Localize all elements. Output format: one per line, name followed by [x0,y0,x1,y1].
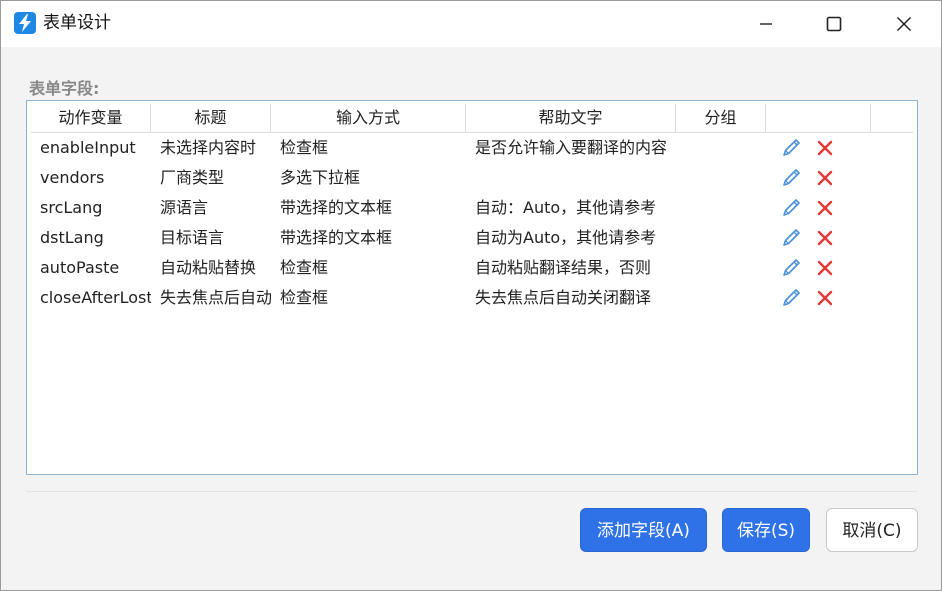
fields-table[interactable]: 动作变量 标题 输入方式 帮助文字 分组 enableInput 未选择内容时 检查… [26,100,918,475]
pencil-icon[interactable] [781,138,803,158]
cell-title[interactable]: 失去焦点后自动关闭 [151,283,271,313]
delete-x-icon[interactable] [816,139,834,157]
pencil-icon[interactable] [781,258,803,278]
cell-group[interactable] [676,193,766,223]
divider [26,491,917,492]
delete-x-icon[interactable] [816,199,834,217]
pencil-icon[interactable] [781,168,803,188]
section-label: 表单字段: [29,79,100,98]
pencil-icon[interactable] [781,288,803,308]
cell-variable[interactable]: autoPaste [31,253,151,283]
cell-input-mode[interactable]: 检查框 [271,283,466,313]
cell-help-text[interactable]: 自动为Auto，其他请参考 [466,223,676,253]
form-design-window: 表单设计 表单字段: 动作变量 标题 输入方式 帮助文字 分组 enableIn… [0,0,942,591]
cell-help-text[interactable]: 是否允许输入要翻译的内容 [466,133,676,163]
cell-title[interactable]: 目标语言 [151,223,271,253]
close-icon [896,16,912,32]
table-row[interactable]: closeAfterLostFocus失去焦点后自动关闭检查框失去焦点后自动关闭… [31,283,913,313]
cell-help-text[interactable]: 失去焦点后自动关闭翻译 [466,283,676,313]
maximize-icon [826,16,842,32]
cell-group[interactable] [676,283,766,313]
cell-input-mode[interactable]: 带选择的文本框 [271,223,466,253]
minimize-icon [760,23,772,25]
cell-help-text[interactable] [466,163,676,193]
cell-group[interactable] [676,223,766,253]
column-header-title[interactable]: 标题 [151,104,271,132]
cell-input-mode[interactable]: 多选下拉框 [271,163,466,193]
delete-x-icon[interactable] [816,229,834,247]
cell-variable[interactable]: enableInput [31,133,151,163]
cell-group[interactable] [676,163,766,193]
column-header-variable[interactable]: 动作变量 [31,104,151,132]
column-header-group[interactable]: 分组 [676,104,766,132]
app-lightning-icon [14,12,36,34]
table-row[interactable]: dstLang 目标语言 带选择的文本框 自动为Auto，其他请参考 [31,223,913,253]
cancel-button[interactable]: 取消(C) [826,508,918,552]
table-header: 动作变量 标题 输入方式 帮助文字 分组 [31,104,913,133]
table-row[interactable]: vendors 厂商类型 多选下拉框 [31,163,913,193]
cell-title[interactable]: 未选择内容时 [151,133,271,163]
pencil-icon[interactable] [781,198,803,218]
cell-help-text[interactable]: 自动粘贴翻译结果，否则 [466,253,676,283]
table-row[interactable]: srcLang 源语言 带选择的文本框 自动：Auto，其他请参考 [31,193,913,223]
cell-title[interactable]: 厂商类型 [151,163,271,193]
cell-group[interactable] [676,133,766,163]
cell-title[interactable]: 自动粘贴替换 [151,253,271,283]
save-button[interactable]: 保存(S) [722,508,810,552]
close-button[interactable] [881,1,927,47]
cell-variable[interactable]: srcLang [31,193,151,223]
cell-group[interactable] [676,253,766,283]
column-header-input-mode[interactable]: 输入方式 [271,104,466,132]
delete-x-icon[interactable] [816,289,834,307]
minimize-button[interactable] [743,1,789,47]
column-header-actions[interactable] [766,104,871,132]
add-field-button[interactable]: 添加字段(A) [580,508,707,552]
cell-help-text[interactable]: 自动：Auto，其他请参考 [466,193,676,223]
delete-x-icon[interactable] [816,169,834,187]
maximize-button[interactable] [811,1,857,47]
window-title: 表单设计 [43,13,111,33]
cell-input-mode[interactable]: 检查框 [271,253,466,283]
cell-input-mode[interactable]: 带选择的文本框 [271,193,466,223]
title-bar: 表单设计 [1,1,941,47]
cell-variable[interactable]: vendors [31,163,151,193]
table-row[interactable]: enableInput 未选择内容时 检查框 是否允许输入要翻译的内容 [31,133,913,163]
cell-variable[interactable]: closeAfterLostFocus [31,283,151,313]
cell-input-mode[interactable]: 检查框 [271,133,466,163]
cell-variable[interactable]: dstLang [31,223,151,253]
cell-title[interactable]: 源语言 [151,193,271,223]
column-header-help-text[interactable]: 帮助文字 [466,104,676,132]
delete-x-icon[interactable] [816,259,834,277]
table-row[interactable]: autoPaste 自动粘贴替换 检查框 自动粘贴翻译结果，否则 [31,253,913,283]
pencil-icon[interactable] [781,228,803,248]
